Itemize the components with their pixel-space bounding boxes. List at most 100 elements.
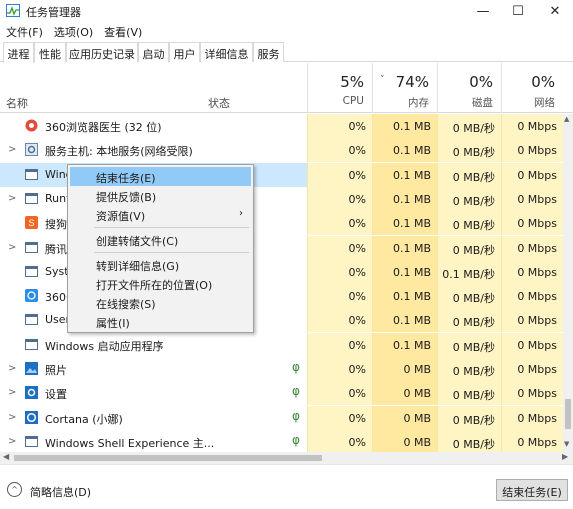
ctx-create-dump[interactable]: 创建转储文件(C)	[70, 230, 251, 249]
ctx-search-online[interactable]: 在线搜索(S)	[70, 293, 251, 312]
process-row[interactable]: > Windows Shell Experience 主... φ 0% 0 MB 0 M…	[0, 429, 563, 452]
menu-bar: 文件(F) 选项(O) 查看(V)	[0, 22, 147, 40]
tab-performance[interactable]: 性能	[34, 42, 66, 62]
process-name-cell[interactable]: > 服务主机: 本地服务(网络受限)	[0, 138, 307, 162]
process-name-cell[interactable]: > Cortana (小娜) φ	[0, 406, 307, 430]
disk-cell: 0 MB/秒	[437, 429, 501, 452]
ctx-open-file-location-label: 打开文件所在的位置(O)	[96, 279, 213, 292]
tab-users[interactable]: 用户	[169, 42, 200, 62]
network-percent: 0%	[531, 73, 555, 91]
expand-chevron-icon[interactable]: >	[8, 412, 16, 423]
network-cell: 0 Mbps	[501, 211, 563, 236]
process-name-cell[interactable]: > 设置 φ	[0, 381, 307, 405]
memory-cell-value: 0.1 MB	[392, 338, 431, 352]
process-row[interactable]: > 照片 φ 0% 0 MB 0 MB/秒 0 Mbps	[0, 357, 563, 381]
network-cell: 0 Mbps	[501, 381, 563, 406]
cpu-cell-value: 0%	[348, 387, 366, 401]
expand-chevron-icon[interactable]: >	[8, 144, 16, 155]
network-cell: 0 Mbps	[501, 357, 563, 381]
disk-cell: 0 MB/秒	[437, 284, 501, 309]
scroll-up-icon[interactable]: ▲	[564, 115, 569, 123]
tab-services[interactable]: 服务	[253, 42, 284, 62]
memory-cell-value: 0 MB	[403, 435, 431, 449]
network-cell-value: 0 Mbps	[517, 435, 557, 449]
process-row[interactable]: > Cortana (小娜) φ 0% 0 MB 0 MB/秒 0 Mbps	[0, 405, 563, 430]
disk-cell-value: 0 MB/秒	[452, 413, 495, 427]
process-name: 搜狗	[45, 218, 67, 232]
process-name-cell[interactable]: Windows 启动应用程序	[0, 333, 307, 357]
disk-cell-value: 0 MB/秒	[452, 122, 495, 135]
expand-chevron-icon[interactable]: >	[8, 387, 16, 398]
suspended-leaf-icon: φ	[292, 360, 300, 374]
cpu-cell-value: 0%	[348, 192, 366, 206]
column-name[interactable]: 名称	[6, 95, 28, 111]
suspended-leaf-icon: φ	[292, 432, 300, 447]
disk-cell: 0 MB/秒	[437, 211, 501, 236]
scroll-right-icon[interactable]: ▶	[562, 452, 568, 461]
disk-cell: 0 MB/秒	[437, 162, 501, 187]
ctx-resource-values[interactable]: 资源值(V) ›	[70, 205, 251, 224]
menu-view[interactable]: 查看(V)	[98, 22, 147, 40]
cpu-cell: 0%	[307, 308, 372, 333]
expand-chevron-icon[interactable]: >	[8, 193, 16, 204]
ctx-open-file-location[interactable]: 打开文件所在的位置(O)	[70, 274, 251, 293]
ctx-properties[interactable]: 属性(I)	[70, 312, 251, 331]
process-name: 服务主机: 本地服务(网络受限)	[45, 145, 193, 159]
end-task-button[interactable]: 结束任务(E)	[496, 479, 568, 501]
scroll-left-icon[interactable]: ◀	[3, 452, 9, 461]
column-cpu[interactable]: 5% CPU	[307, 63, 372, 113]
vertical-scrollbar[interactable]: ▲ ▼	[563, 114, 573, 452]
memory-cell: 0.1 MB	[372, 138, 437, 163]
ctx-go-to-details[interactable]: 转到详细信息(G)	[70, 255, 251, 274]
process-row[interactable]: Windows 启动应用程序 0% 0.1 MB 0 MB/秒 0 Mbps	[0, 332, 563, 357]
process-row[interactable]: > 服务主机: 本地服务(网络受限) 0% 0.1 MB 0 MB/秒 0 Mbps	[0, 138, 563, 163]
tab-details[interactable]: 详细信息	[200, 42, 253, 62]
expand-chevron-icon[interactable]: >	[8, 242, 16, 253]
cpu-cell: 0%	[307, 332, 372, 357]
less-details-link[interactable]: 简略信息(D)	[30, 484, 91, 500]
column-network[interactable]: 0% 网络	[501, 63, 563, 113]
expand-chevron-icon[interactable]: >	[8, 436, 16, 447]
window-icon	[25, 265, 38, 278]
tab-startup[interactable]: 启动	[138, 42, 169, 62]
menu-options[interactable]: 选项(O)	[48, 22, 98, 40]
memory-cell: 0.1 MB	[372, 114, 437, 138]
disk-cell: 0 MB/秒	[437, 114, 501, 138]
column-status[interactable]: 状态	[208, 95, 230, 111]
cpu-cell: 0%	[307, 186, 372, 211]
expand-chevron-icon[interactable]: >	[8, 363, 16, 374]
disk-cell-value: 0 MB/秒	[452, 194, 495, 208]
process-row[interactable]: > 设置 φ 0% 0 MB 0 MB/秒 0 Mbps	[0, 381, 563, 406]
tab-app-history[interactable]: 应用历史记录	[66, 42, 138, 62]
cortana-icon	[25, 410, 38, 424]
memory-cell-value: 0 MB	[403, 411, 431, 425]
minimize-button[interactable]: —	[465, 0, 501, 22]
horizontal-scrollbar[interactable]: ◀ ▶	[0, 452, 573, 464]
network-cell: 0 Mbps	[501, 186, 563, 211]
ctx-resource-values-label: 资源值(V)	[96, 210, 146, 223]
close-button[interactable]: ✕	[537, 0, 573, 22]
menu-file[interactable]: 文件(F)	[0, 22, 48, 40]
network-cell-value: 0 Mbps	[517, 120, 557, 133]
network-cell-value: 0 Mbps	[517, 241, 557, 255]
cpu-cell-value: 0%	[348, 435, 366, 449]
scroll-down-icon[interactable]: ▼	[564, 440, 569, 448]
ctx-feedback[interactable]: 提供反馈(B)	[70, 186, 251, 205]
process-row[interactable]: 360浏览器医生 (32 位) 0% 0.1 MB 0 MB/秒 0 Mbps	[0, 114, 563, 138]
maximize-button[interactable]: ☐	[500, 0, 536, 22]
ctx-end-task[interactable]: 结束任务(E)	[70, 167, 251, 186]
horizontal-scroll-thumb[interactable]	[14, 455, 322, 461]
process-name-cell[interactable]: 360浏览器医生 (32 位)	[0, 114, 307, 138]
tab-processes[interactable]: 进程	[3, 42, 34, 63]
chevron-up-icon[interactable]: ^	[7, 482, 22, 497]
process-name-cell[interactable]: > 照片 φ	[0, 357, 307, 381]
column-memory[interactable]: ˅ 74% 内存	[372, 63, 437, 113]
column-disk[interactable]: 0% 磁盘	[437, 63, 501, 113]
footer: ^ 简略信息(D) 结束任务(E)	[0, 464, 573, 509]
vertical-scroll-thumb[interactable]	[565, 399, 571, 429]
memory-cell-value: 0 MB	[403, 363, 431, 376]
cpu-cell-value: 0%	[348, 265, 366, 279]
process-name-cell[interactable]: > Windows Shell Experience 主... φ	[0, 430, 307, 452]
ctx-search-online-label: 在线搜索(S)	[96, 298, 156, 311]
process-name: 腾讯	[45, 242, 67, 256]
